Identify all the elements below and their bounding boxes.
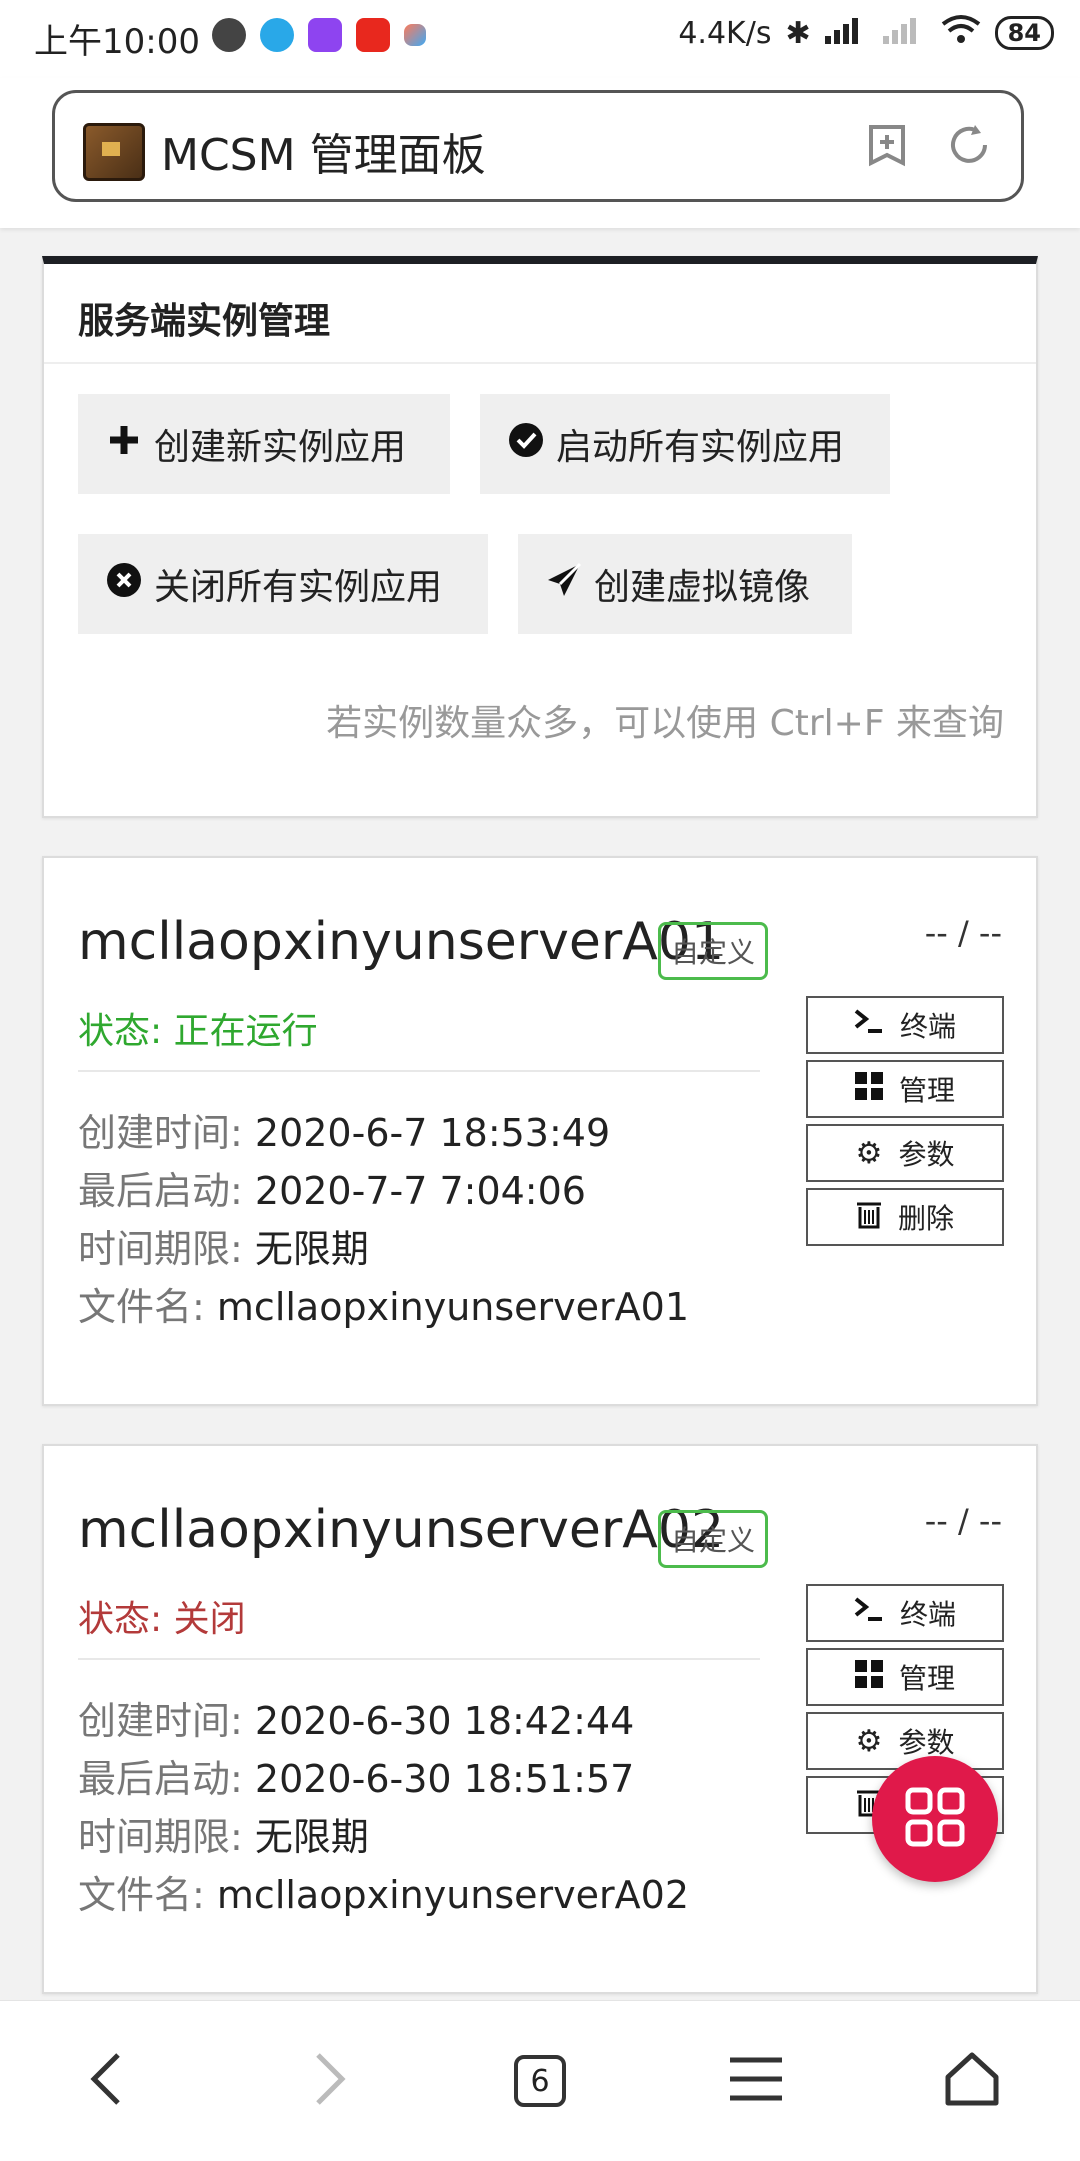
create-instance-button[interactable]: 创建新实例应用 [78, 394, 450, 494]
grid-icon [854, 1071, 883, 1107]
last-start-row: 最后启动: 2020-7-7 7:04:06 [78, 1169, 586, 1213]
instance-card: mcllaopxinyunserverA02 自定义 -- / -- 状态: 关… [42, 1444, 1038, 1994]
start-all-label: 启动所有实例应用 [556, 427, 845, 468]
bluetooth-icon: ✱ [785, 15, 811, 51]
gear-icon: ⚙ [855, 1723, 883, 1759]
instance-info: 创建时间: 2020-6-7 18:53:49 最后启动: 2020-7-7 7… [78, 1104, 689, 1336]
triangle-app-icon [404, 24, 426, 46]
stop-all-label: 关闭所有实例应用 [154, 567, 443, 608]
terminal-button[interactable]: 终端 [806, 996, 1004, 1054]
manage-label: 管理 [898, 1074, 955, 1107]
manage-button[interactable]: 管理 [806, 1648, 1004, 1706]
home-icon [942, 2049, 1002, 2113]
chevron-right-icon [310, 2049, 350, 2113]
file-name-row: 文件名: mcllaopxinyunserverA02 [78, 1873, 690, 1917]
terminal-label: 终端 [899, 1598, 956, 1631]
created-row: 创建时间: 2020-6-30 18:42:44 [78, 1699, 635, 1743]
manage-label: 管理 [898, 1662, 955, 1695]
params-button[interactable]: ⚙ 参数 [806, 1124, 1004, 1182]
instance-management-card: 服务端实例管理 创建新实例应用 启动所有实例应用 关闭所有实例应用 创建虚拟镜像… [42, 256, 1038, 818]
close-circle-icon [106, 562, 142, 607]
back-button[interactable] [66, 2041, 146, 2121]
management-title: 服务端实例管理 [78, 301, 331, 342]
instance-type-badge: 自定义 [658, 1510, 769, 1568]
apps-grid-icon [905, 1787, 965, 1851]
status-right: 4.4K/s ✱ 84 [678, 14, 1054, 52]
terminal-label: 终端 [899, 1010, 956, 1043]
hamburger-icon [728, 2056, 784, 2106]
last-start-row: 最后启动: 2020-6-30 18:51:57 [78, 1757, 635, 1801]
signal-icon [824, 14, 869, 52]
net-speed: 4.4K/s [678, 15, 772, 51]
delete-label: 删除 [897, 1202, 954, 1235]
tabs-button[interactable]: 6 [500, 2041, 580, 2121]
battery-indicator: 84 [994, 16, 1054, 50]
search-tip: 若实例数量众多，可以使用 Ctrl+F 来查询 [326, 703, 1004, 744]
instance-usage: -- / -- [924, 1502, 1002, 1540]
instance-type-badge: 自定义 [658, 922, 769, 980]
instance-card: mcllaopxinyunserverA01 自定义 -- / -- 状态: 正… [42, 856, 1038, 1406]
terminal-button[interactable]: 终端 [806, 1584, 1004, 1642]
trash-icon [856, 1199, 882, 1236]
time-limit-row: 时间期限: 无限期 [78, 1815, 369, 1859]
page-title: MCSM 管理面板 [161, 130, 486, 181]
params-label: 参数 [898, 1138, 955, 1171]
params-label: 参数 [898, 1726, 955, 1759]
params-button[interactable]: ⚙ 参数 [806, 1712, 1004, 1770]
forward-button[interactable] [290, 2041, 370, 2121]
gear-icon: ⚙ [855, 1135, 883, 1171]
delete-button[interactable]: 删除 [806, 1188, 1004, 1246]
create-instance-label: 创建新实例应用 [154, 427, 407, 468]
shield-app-icon [212, 18, 246, 52]
terminal-icon [854, 1008, 884, 1042]
status-time: 上午10:00 [34, 22, 200, 62]
site-favicon-icon [83, 123, 145, 181]
floating-menu-button[interactable] [872, 1756, 998, 1882]
refresh-icon[interactable] [947, 123, 991, 167]
address-bar[interactable]: MCSM 管理面板 [52, 90, 1024, 202]
instance-status: 状态: 关闭 [78, 1599, 246, 1640]
terminal-icon [854, 1596, 884, 1630]
browser-top-bar: MCSM 管理面板 [0, 78, 1080, 228]
wifi-icon [941, 14, 981, 52]
create-image-button[interactable]: 创建虚拟镜像 [518, 534, 852, 634]
start-all-button[interactable]: 启动所有实例应用 [480, 394, 890, 494]
paper-plane-icon [546, 562, 582, 607]
divider [78, 1070, 760, 1072]
status-bar: 上午10:00 4.4K/s ✱ 84 [0, 0, 1080, 78]
check-circle-icon [508, 422, 544, 467]
video-app-icon [308, 18, 342, 52]
menu-button[interactable] [716, 2041, 796, 2121]
divider [44, 362, 1036, 364]
stop-all-button[interactable]: 关闭所有实例应用 [78, 534, 488, 634]
instance-name: mcllaopxinyunserverA02 [78, 1500, 725, 1560]
grid-icon [854, 1659, 883, 1695]
plus-icon [106, 422, 142, 467]
instance-status: 状态: 正在运行 [78, 1011, 318, 1052]
divider [78, 1658, 760, 1660]
manage-button[interactable]: 管理 [806, 1060, 1004, 1118]
redpacket-app-icon [356, 18, 390, 52]
bookmark-add-icon[interactable] [865, 123, 909, 167]
file-name-row: 文件名: mcllaopxinyunserverA01 [78, 1285, 690, 1329]
instance-usage: -- / -- [924, 914, 1002, 952]
notification-icons [212, 18, 426, 52]
instance-info: 创建时间: 2020-6-30 18:42:44 最后启动: 2020-6-30… [78, 1692, 689, 1924]
create-image-label: 创建虚拟镜像 [594, 567, 811, 608]
chevron-left-icon [86, 2049, 126, 2113]
instance-name: mcllaopxinyunserverA01 [78, 912, 725, 972]
bird-app-icon [260, 18, 294, 52]
home-button[interactable] [932, 2041, 1012, 2121]
signal-2-icon [882, 14, 927, 52]
time-limit-row: 时间期限: 无限期 [78, 1227, 369, 1271]
browser-bottom-nav: 6 [0, 2000, 1080, 2161]
tab-count: 6 [514, 2055, 566, 2107]
created-row: 创建时间: 2020-6-7 18:53:49 [78, 1111, 611, 1155]
